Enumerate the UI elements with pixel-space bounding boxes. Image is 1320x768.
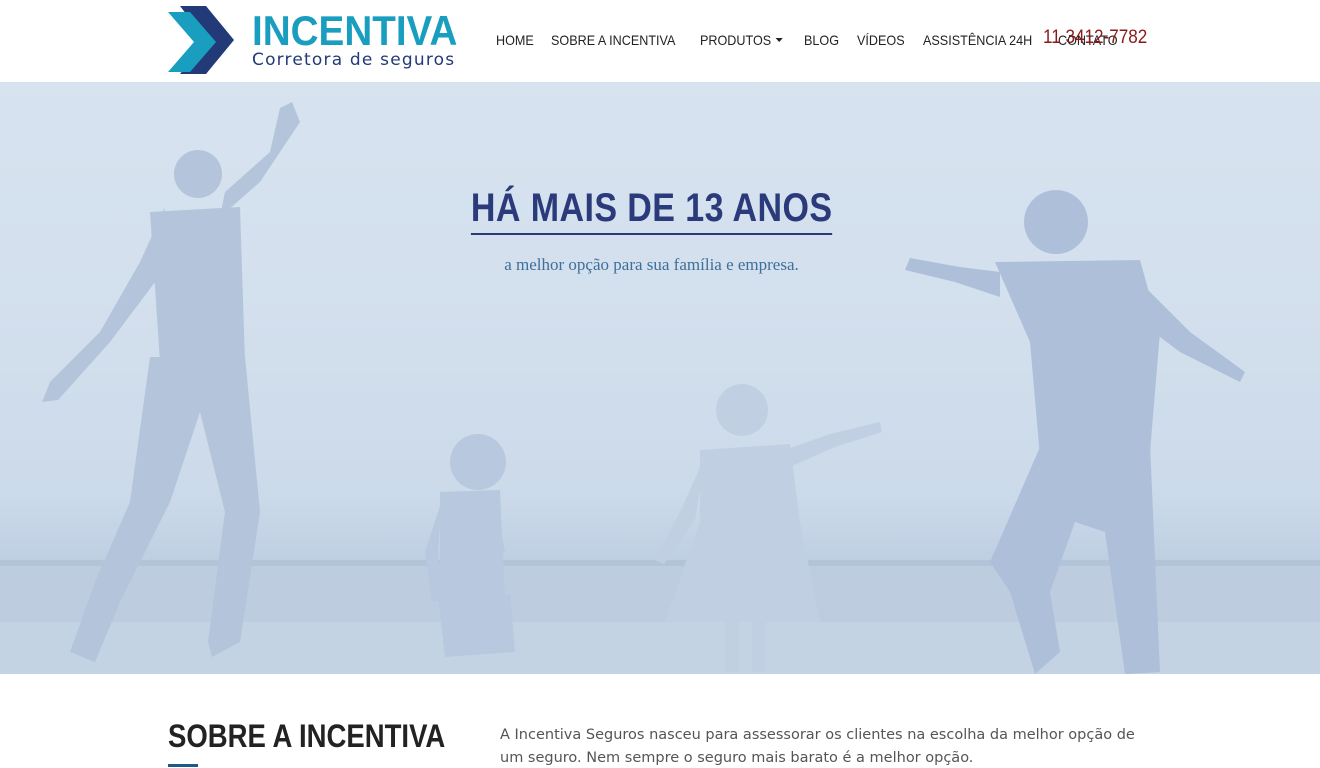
logo-chevron-icon [168,6,234,74]
nav-item-label: BLOG [804,32,840,48]
chevron-down-icon [775,38,784,42]
nav-item-assistencia[interactable]: ASSISTÊNCIA 24H [923,32,1032,48]
logo-wordmark: INCENTIVA [252,7,458,54]
logo-tagline: Corretora de seguros [252,50,456,70]
nav-item-label: ASSISTÊNCIA 24H [923,32,1033,48]
nav-item-label: HOME [496,32,534,48]
nav-item-blog[interactable]: BLOG [804,32,839,48]
about-title: SOBRE A INCENTIVA [168,718,446,754]
nav-item-videos[interactable]: VÍDEOS [857,32,905,48]
nav-item-produtos[interactable]: PRODUTOS [700,32,784,48]
nav-item-label: SOBRE A INCENTIVA [551,32,676,48]
hero-subtitle: a melhor opção para sua família e empres… [504,255,799,274]
nav-item-home[interactable]: HOME [496,32,534,48]
logo[interactable]: INCENTIVA Corretora de seguros [166,4,471,78]
nav-item-label: PRODUTOS [700,32,772,48]
hero-title-text: HÁ MAIS DE 13 ANOS [470,186,833,235]
main-nav: HOME SOBRE A INCENTIVA PRODUTOS BLOG VÍD… [496,28,1138,52]
phone-number[interactable]: 11 3412-7782 [1043,27,1147,49]
hero-family-image [0,82,1320,674]
site-header: INCENTIVA Corretora de seguros HOME SOBR… [0,0,1320,82]
hero-banner: HÁ MAIS DE 13 ANOS a melhor opção para s… [0,82,1320,674]
about-title-underline [168,764,198,767]
about-text: A Incentiva Seguros nasceu para assessor… [500,727,1135,766]
nav-item-label: VÍDEOS [857,32,905,48]
hero-title: HÁ MAIS DE 13 ANOS [0,186,1303,235]
nav-item-sobre[interactable]: SOBRE A INCENTIVA [551,32,675,48]
